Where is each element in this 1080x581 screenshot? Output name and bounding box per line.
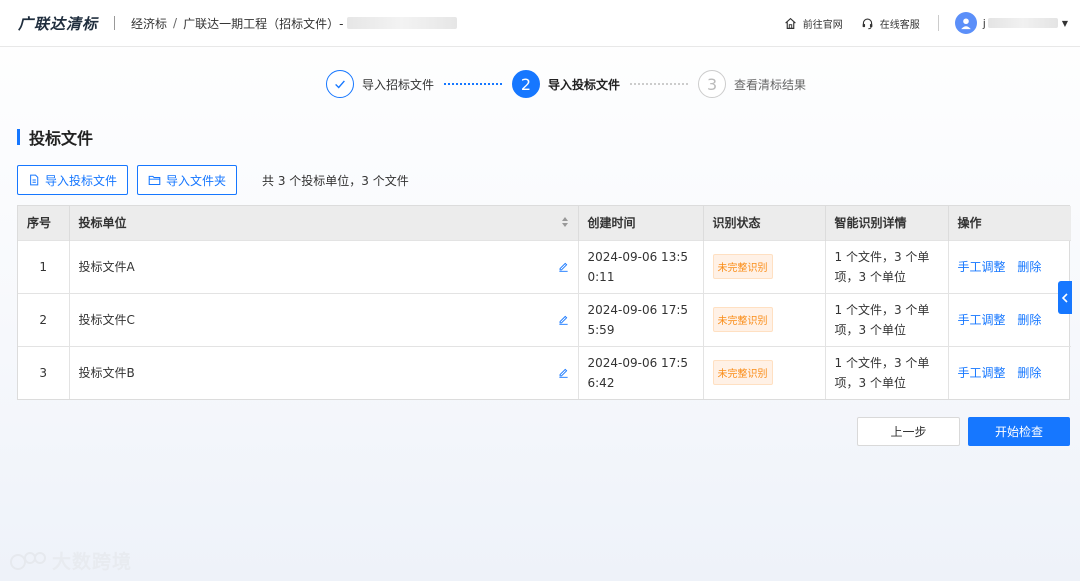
column-header-bidder[interactable]: 投标单位 bbox=[69, 206, 579, 240]
chevron-down-icon[interactable]: ▼ bbox=[1062, 19, 1068, 28]
section-accent-bar bbox=[17, 129, 20, 145]
row-created-time: 2024-09-06 17:55:59 bbox=[578, 292, 704, 346]
row-index: 1 bbox=[18, 239, 70, 293]
step-label: 查看清标结果 bbox=[734, 77, 807, 92]
row-status-cell: 未完整识别 bbox=[703, 292, 826, 346]
check-icon bbox=[326, 70, 354, 98]
step-label: 导入投标文件 bbox=[548, 77, 621, 92]
status-badge: 未完整识别 bbox=[712, 360, 773, 386]
section-header: 投标文件 bbox=[17, 125, 93, 149]
edit-icon[interactable] bbox=[558, 367, 569, 379]
column-header-index: 序号 bbox=[18, 206, 70, 240]
column-header-detail: 智能识别详情 bbox=[825, 206, 949, 240]
headset-icon bbox=[862, 17, 873, 29]
goto-website-label: 前往官网 bbox=[802, 19, 843, 31]
file-count-text: 共 3 个投标单位，3 个文件 bbox=[262, 173, 409, 188]
edit-icon[interactable] bbox=[558, 314, 569, 325]
column-header-status: 识别状态 bbox=[703, 206, 826, 240]
column-header-bidder-label: 投标单位 bbox=[78, 216, 127, 231]
redacted-user-name bbox=[987, 18, 1058, 28]
table-row: 2 投标文件C 2024-09-06 17:55:59 未完整识别 1 个文件，… bbox=[18, 292, 1071, 346]
bid-file-table: 序号 投标单位 创建时间 识别状态 智能识别详情 操作 1 投标文件A 2024… bbox=[17, 205, 1071, 400]
watermark-logo-icon bbox=[10, 551, 46, 570]
section-title: 投标文件 bbox=[29, 129, 94, 148]
step-connector bbox=[444, 83, 503, 85]
row-detail: 1 个文件，3 个单项，3 个单位 bbox=[825, 239, 949, 293]
table-row: 3 投标文件B 2024-09-06 17:56:42 未完整识别 1 个文件，… bbox=[18, 345, 1071, 399]
import-folder-button[interactable]: 导入文件夹 bbox=[137, 165, 238, 195]
step-connector bbox=[630, 83, 689, 85]
row-status-cell: 未完整识别 bbox=[703, 345, 826, 399]
import-bid-file-button[interactable]: 导入投标文件 bbox=[17, 165, 129, 195]
row-bidder-name: 投标文件C bbox=[78, 313, 135, 327]
step-progress: 导入招标文件 2 导入投标文件 3 查看清标结果 bbox=[326, 70, 806, 98]
row-created-time: 2024-09-06 13:50:11 bbox=[578, 239, 704, 293]
start-check-button[interactable]: 开始检查 bbox=[968, 417, 1070, 446]
sort-icon[interactable] bbox=[561, 216, 569, 228]
previous-step-button[interactable]: 上一步 bbox=[857, 417, 960, 446]
row-detail: 1 个文件，3 个单项，3 个单位 bbox=[825, 345, 949, 399]
step-view-result: 3 查看清标结果 bbox=[698, 70, 806, 98]
row-actions: 手工调整 删除 bbox=[948, 292, 1071, 346]
watermark-text: 大数跨境 bbox=[52, 551, 133, 573]
header-divider bbox=[114, 16, 116, 30]
file-icon bbox=[30, 174, 39, 186]
delete-link[interactable]: 删除 bbox=[1017, 366, 1041, 380]
step-import-bid: 2 导入投标文件 bbox=[512, 70, 620, 98]
folder-icon bbox=[148, 175, 161, 185]
row-bidder-name: 投标文件B bbox=[78, 366, 135, 381]
row-actions: 手工调整 删除 bbox=[948, 239, 1071, 293]
chevron-left-icon bbox=[1061, 292, 1068, 303]
step-label: 导入招标文件 bbox=[362, 77, 435, 92]
manual-adjust-link[interactable]: 手工调整 bbox=[958, 366, 1006, 380]
breadcrumb-item-project: 广联达一期工程（招标文件）- bbox=[183, 16, 344, 31]
table-header-row: 序号 投标单位 创建时间 识别状态 智能识别详情 操作 bbox=[18, 206, 1071, 240]
delete-link[interactable]: 删除 bbox=[1017, 313, 1041, 327]
home-icon bbox=[785, 17, 796, 29]
watermark: 大数跨境 bbox=[10, 547, 132, 574]
online-service-link[interactable]: 在线客服 bbox=[861, 16, 920, 31]
row-detail: 1 个文件，3 个单项，3 个单位 bbox=[825, 292, 949, 346]
app-logo[interactable]: 广联达清标 bbox=[18, 13, 98, 34]
manual-adjust-link[interactable]: 手工调整 bbox=[958, 313, 1006, 327]
toolbar: 导入投标文件 导入文件夹 共 3 个投标单位，3 个文件 bbox=[17, 165, 409, 195]
delete-link[interactable]: 删除 bbox=[1017, 260, 1041, 274]
manual-adjust-link[interactable]: 手工调整 bbox=[958, 260, 1006, 274]
redacted-project-name bbox=[347, 17, 458, 29]
column-header-actions: 操作 bbox=[948, 206, 1071, 240]
column-header-created: 创建时间 bbox=[578, 206, 704, 240]
status-badge: 未完整识别 bbox=[712, 307, 773, 332]
edit-icon[interactable] bbox=[558, 261, 569, 272]
top-header: 广联达清标 经济标 / 广联达一期工程（招标文件）- 前往官网 在线客服 j ▼ bbox=[0, 0, 1080, 47]
breadcrumb-item-economic[interactable]: 经济标 bbox=[131, 15, 167, 32]
side-panel-toggle[interactable] bbox=[1058, 281, 1072, 314]
user-icon bbox=[960, 18, 971, 30]
goto-website-link[interactable]: 前往官网 bbox=[784, 16, 843, 31]
user-avatar[interactable] bbox=[954, 12, 977, 34]
breadcrumb-separator: / bbox=[173, 16, 178, 30]
row-bidder-cell: 投标文件B bbox=[69, 345, 579, 399]
breadcrumb: 经济标 / 广联达一期工程（招标文件）- bbox=[131, 15, 458, 32]
row-status-cell: 未完整识别 bbox=[703, 239, 826, 293]
row-actions: 手工调整 删除 bbox=[948, 345, 1071, 399]
online-service-label: 在线客服 bbox=[879, 19, 920, 31]
row-created-time: 2024-09-06 17:56:42 bbox=[578, 345, 704, 399]
import-bid-file-label: 导入投标文件 bbox=[45, 173, 118, 188]
header-actions: 前往官网 在线客服 j ▼ bbox=[766, 12, 1068, 34]
import-folder-label: 导入文件夹 bbox=[166, 173, 227, 188]
table-row: 1 投标文件A 2024-09-06 13:50:11 未完整识别 1 个文件，… bbox=[18, 239, 1071, 293]
row-index: 2 bbox=[18, 292, 70, 346]
status-badge: 未完整识别 bbox=[712, 254, 773, 279]
row-bidder-name: 投标文件A bbox=[78, 260, 135, 274]
row-index: 3 bbox=[18, 345, 70, 399]
row-bidder-cell: 投标文件C bbox=[69, 292, 579, 346]
header-divider-right bbox=[937, 15, 939, 31]
step-number: 2 bbox=[512, 70, 541, 98]
user-name[interactable]: j bbox=[983, 17, 986, 30]
step-import-tender: 导入招标文件 bbox=[326, 70, 434, 98]
row-bidder-cell: 投标文件A bbox=[69, 239, 579, 293]
step-number: 3 bbox=[698, 70, 727, 98]
